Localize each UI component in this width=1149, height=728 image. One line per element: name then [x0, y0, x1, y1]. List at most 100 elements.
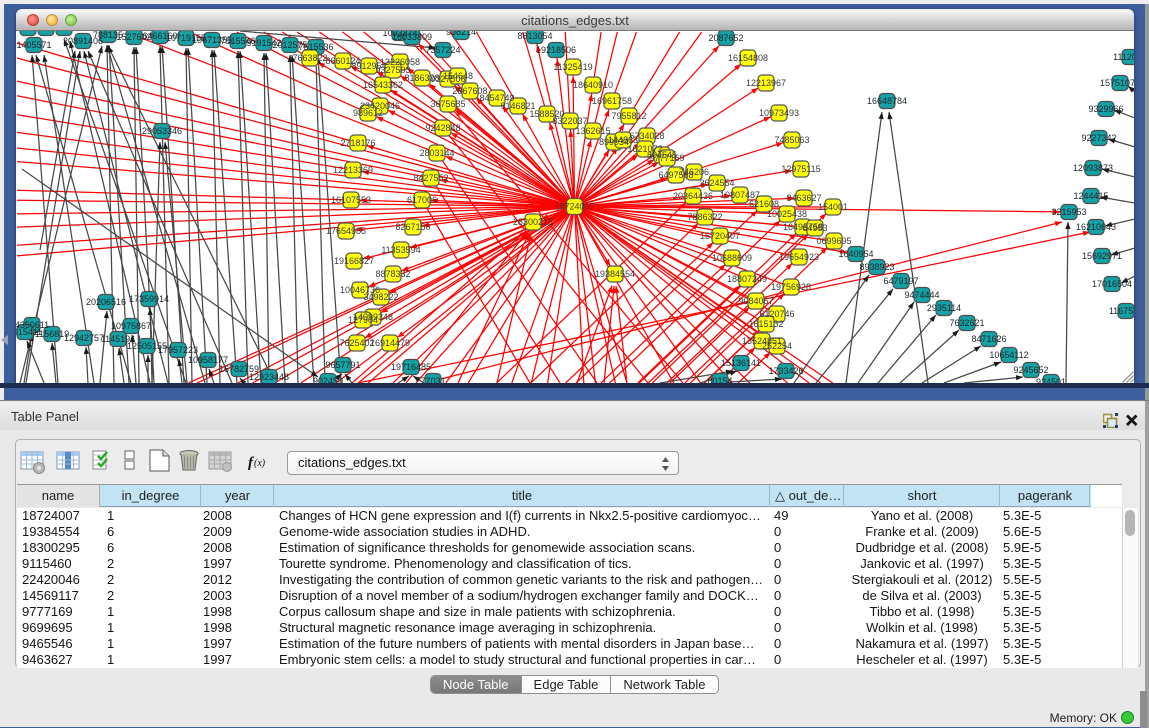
- svg-text:1244415: 1244415: [1073, 191, 1108, 201]
- svg-text:2935114: 2935114: [927, 303, 961, 313]
- svg-text:1640954: 1640954: [838, 249, 873, 259]
- svg-text:29053346: 29053346: [142, 126, 182, 136]
- svg-text:19716485: 19716485: [391, 362, 431, 372]
- svg-text:9463627: 9463627: [786, 193, 821, 203]
- svg-text:6120746: 6120746: [759, 309, 794, 319]
- svg-text:8427552: 8427552: [413, 173, 448, 183]
- svg-text:902450: 902450: [313, 376, 343, 383]
- svg-text:16107553: 16107553: [331, 195, 371, 205]
- svg-text:15720407: 15720407: [700, 231, 740, 241]
- svg-text:8938923: 8938923: [859, 262, 894, 272]
- svg-text:9657791: 9657791: [325, 360, 360, 370]
- svg-text:19756928: 19756928: [771, 282, 811, 292]
- svg-text:77031: 77031: [420, 376, 445, 383]
- svg-text:8813054: 8813054: [517, 31, 552, 41]
- svg-text:8267150: 8267150: [395, 222, 430, 232]
- svg-text:16033809: 16033809: [392, 32, 432, 42]
- svg-text:1615132: 1615132: [748, 319, 783, 329]
- svg-text:16961758: 16961758: [592, 96, 632, 106]
- svg-text:2087652: 2087652: [708, 33, 743, 43]
- svg-text:80154: 80154: [707, 376, 732, 383]
- svg-text:16648784: 16648784: [867, 96, 907, 106]
- svg-text:3624554: 3624554: [699, 178, 734, 188]
- svg-text:15692971: 15692971: [1082, 251, 1122, 261]
- svg-text:17016504: 17016504: [1092, 279, 1132, 289]
- svg-text:154001: 154001: [818, 202, 848, 212]
- svg-text:7485063: 7485063: [774, 135, 809, 145]
- svg-text:252254: 252254: [762, 341, 792, 351]
- svg-text:19654923: 19654923: [779, 252, 819, 262]
- svg-text:19384554: 19384554: [595, 269, 635, 279]
- svg-text:3215953: 3215953: [1051, 207, 1086, 217]
- svg-text:9245652: 9245652: [1013, 365, 1048, 375]
- svg-text:127904: 127904: [348, 315, 378, 325]
- svg-text:10975867: 10975867: [111, 321, 151, 331]
- svg-text:12975115: 12975115: [781, 164, 820, 174]
- svg-text:1167533: 1167533: [1109, 306, 1134, 316]
- svg-text:7663822: 7663822: [292, 53, 327, 63]
- svg-text:1405571: 1405571: [16, 40, 51, 50]
- svg-text:621608: 621608: [749, 199, 779, 209]
- svg-text:19218506: 19218506: [536, 45, 576, 55]
- svg-text:17654985: 17654985: [326, 226, 366, 236]
- svg-text:12942757: 12942757: [64, 333, 104, 343]
- svg-text:10973493: 10973493: [759, 108, 799, 118]
- svg-text:12213369: 12213369: [333, 165, 373, 175]
- svg-text:11325419: 11325419: [553, 62, 592, 72]
- svg-text:1362615: 1362615: [575, 126, 610, 136]
- svg-text:8878332: 8878332: [375, 269, 410, 279]
- svg-text:9777169: 9777169: [649, 153, 684, 163]
- svg-text:12213967: 12213967: [746, 78, 786, 88]
- svg-text:9084067: 9084067: [738, 296, 773, 306]
- svg-text:64953: 64953: [802, 223, 827, 233]
- svg-text:7886322: 7886322: [687, 212, 722, 222]
- svg-text:18807249: 18807249: [727, 274, 767, 284]
- svg-text:6734028: 6734028: [629, 131, 664, 141]
- svg-text:(x): (x): [254, 458, 266, 469]
- svg-text:15751074: 15751074: [1100, 78, 1134, 88]
- svg-text:20364436: 20364436: [673, 191, 713, 201]
- svg-text:16543362: 16543362: [363, 80, 403, 90]
- svg-text:908214: 908214: [446, 31, 476, 37]
- svg-text:1055326: 1055326: [46, 31, 81, 33]
- svg-text:0699695: 0699695: [816, 236, 851, 246]
- svg-text:10654112: 10654112: [989, 350, 1028, 360]
- svg-text:9474444: 9474444: [904, 290, 939, 300]
- svg-text:17359914: 17359914: [129, 294, 169, 304]
- svg-text:746206: 746206: [679, 167, 709, 177]
- svg-text:3675685: 3675685: [430, 99, 465, 109]
- svg-text:6479197: 6479197: [883, 276, 918, 286]
- svg-text:154648: 154648: [443, 71, 473, 81]
- svg-text:9242848: 9242848: [425, 123, 460, 133]
- svg-text:8471626: 8471626: [971, 334, 1006, 344]
- svg-text:7357224: 7357224: [425, 45, 460, 55]
- svg-text:16914479: 16914479: [370, 338, 410, 348]
- svg-text:9329966: 9329966: [1088, 104, 1123, 114]
- svg-text:19166827: 19166827: [334, 256, 374, 266]
- svg-text:28300215: 28300215: [513, 217, 553, 227]
- svg-text:10688609: 10688609: [712, 253, 752, 263]
- svg-text:11353594: 11353594: [381, 245, 420, 255]
- svg-text:10025438: 10025438: [767, 209, 807, 219]
- svg-text:15136141: 15136141: [721, 358, 761, 368]
- svg-text:18640910: 18640910: [573, 80, 613, 90]
- svg-text:1733426: 1733426: [768, 366, 803, 376]
- svg-text:989612: 989612: [353, 108, 383, 118]
- svg-text:2718176: 2718176: [340, 138, 375, 148]
- svg-text:7955812: 7955812: [611, 111, 646, 121]
- svg-text:1112093: 1112093: [1113, 52, 1134, 62]
- svg-text:16210643: 16210643: [1076, 222, 1116, 232]
- svg-text:7632621: 7632621: [949, 318, 984, 328]
- svg-text:17957223: 17957223: [158, 345, 198, 355]
- svg-text:12093873: 12093873: [1073, 163, 1113, 173]
- svg-text:3498222: 3498222: [363, 292, 398, 302]
- svg-text:617006: 617006: [407, 195, 437, 205]
- svg-text:18724007: 18724007: [554, 202, 594, 212]
- svg-text:2803144: 2803144: [419, 148, 454, 158]
- svg-text:9227342: 9227342: [1081, 133, 1116, 143]
- svg-text:7515536: 7515536: [298, 42, 333, 52]
- svg-text:12923448: 12923448: [249, 372, 289, 382]
- svg-text:16154808: 16154808: [728, 53, 768, 63]
- svg-text:20206516: 20206516: [86, 297, 126, 307]
- svg-text:8322037: 8322037: [552, 116, 587, 126]
